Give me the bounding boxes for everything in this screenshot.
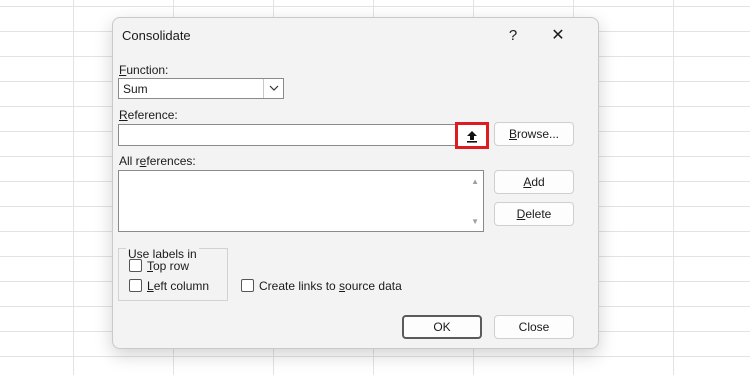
browse-button[interactable]: Browse... [494, 122, 574, 146]
left-column-accel: L [147, 279, 154, 293]
add-rest: dd [531, 175, 545, 189]
reference-label-accel: R [119, 108, 128, 122]
close-button[interactable]: Close [494, 315, 574, 339]
delete-button[interactable]: Delete [494, 202, 574, 226]
reference-label-rest: eference: [127, 108, 178, 122]
add-button[interactable]: Add [494, 170, 574, 194]
browse-accel: B [508, 127, 517, 141]
reference-input[interactable] [118, 124, 488, 146]
close-icon[interactable]: ✕ [543, 22, 573, 50]
left-column-rest: eft column [153, 279, 210, 293]
create-links-checkbox[interactable] [241, 279, 254, 292]
reference-label: Reference: [119, 108, 178, 122]
use-labels-group: Use labels in [118, 247, 228, 301]
ok-button[interactable]: OK [402, 315, 482, 339]
all-references-rest: ferences: [146, 154, 196, 168]
upload-arrow-icon[interactable] [455, 122, 489, 149]
top-row-label[interactable]: Top row [147, 259, 189, 273]
scroll-up-icon[interactable]: ▲ [471, 177, 479, 186]
top-row-rest: op row [153, 259, 190, 273]
all-references-pre: All r [119, 154, 140, 168]
function-label: Function: [119, 63, 168, 77]
function-value: Sum [123, 82, 148, 96]
function-select[interactable]: Sum [118, 78, 284, 99]
top-row-checkbox[interactable] [129, 259, 142, 272]
help-button[interactable]: ? [498, 22, 528, 50]
delete-accel: D [516, 207, 526, 221]
all-references-label: All references: [119, 154, 196, 168]
chevron-down-icon[interactable] [263, 79, 283, 98]
delete-rest: elete [525, 207, 552, 221]
create-links-pre: Create links to [259, 279, 340, 293]
left-column-label[interactable]: Left column [147, 279, 209, 293]
browse-rest: rowse... [517, 127, 560, 141]
create-links-rest: ource data [345, 279, 402, 293]
dialog-title: Consolidate [122, 28, 191, 43]
consolidate-dialog: Consolidate ? ✕ Function: Sum Reference:… [112, 17, 599, 349]
function-label-rest: unction: [126, 63, 169, 77]
create-links-label[interactable]: Create links to source data [259, 279, 402, 293]
all-references-list[interactable]: ▲ ▼ [118, 170, 484, 232]
left-column-checkbox[interactable] [129, 279, 142, 292]
scroll-down-icon[interactable]: ▼ [471, 217, 479, 226]
